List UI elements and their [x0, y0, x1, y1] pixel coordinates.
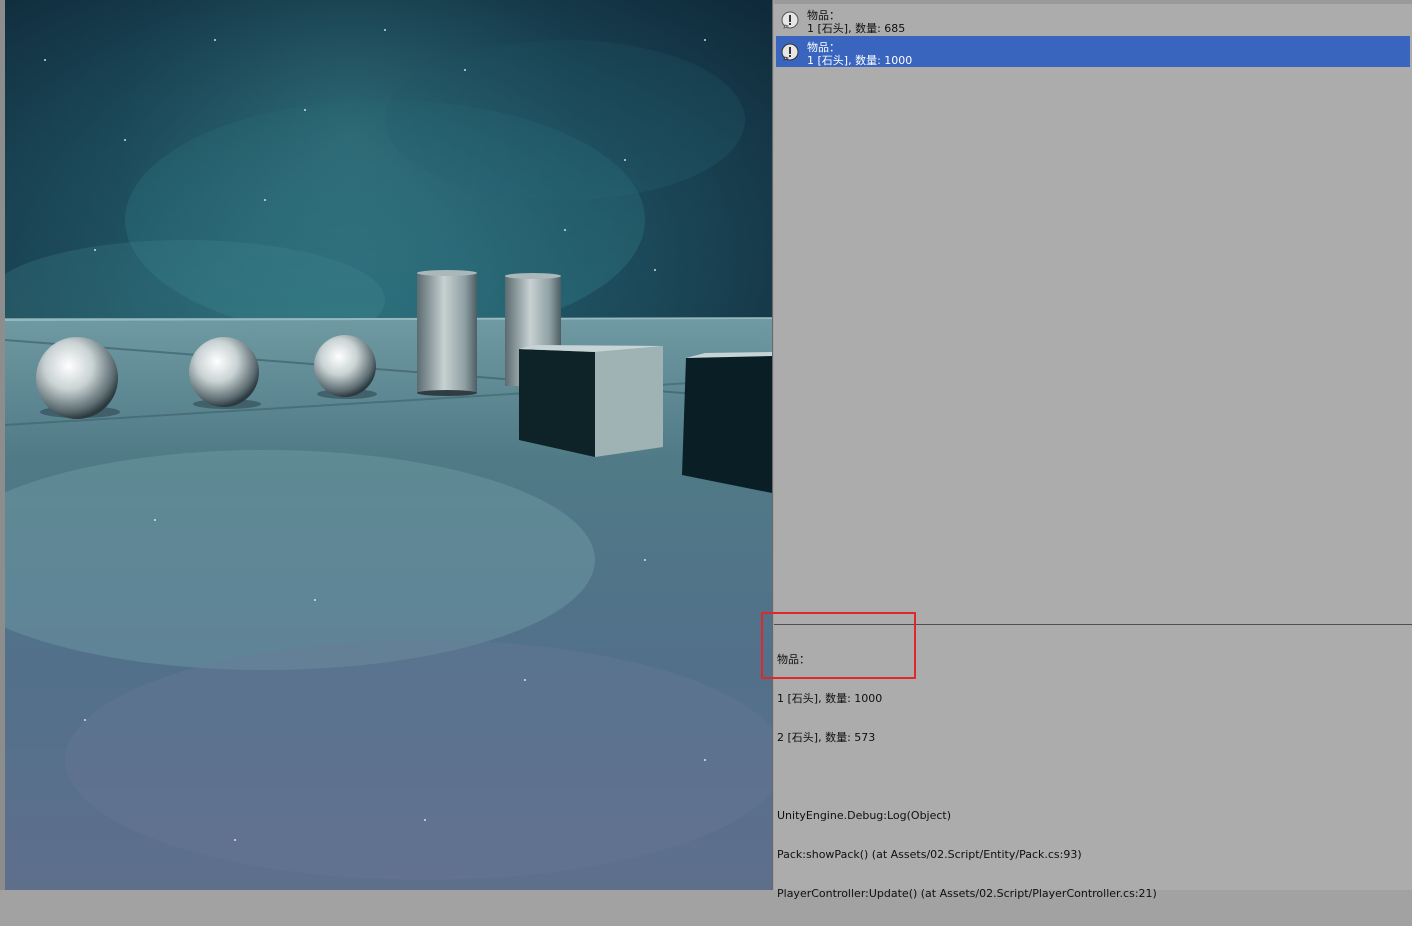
stack-trace-line[interactable]: PlayerController:Update() (at Assets/02.…	[777, 887, 1157, 900]
log-entry[interactable]: 物品： 1 [石头], 数量: 685	[776, 4, 1410, 35]
sphere	[314, 335, 376, 397]
annotation-highlight-box	[761, 612, 916, 679]
stack-trace-line[interactable]: UnityEngine.Debug:Log(Object)	[777, 809, 1157, 822]
sphere	[36, 337, 118, 419]
sphere	[189, 337, 259, 407]
log-entry-title: 物品：	[807, 41, 840, 54]
log-entry-detail: 1 [石头], 数量: 685	[807, 22, 906, 35]
cube	[682, 352, 772, 493]
warning-icon	[781, 43, 799, 61]
stack-message-line: 2 [石头], 数量: 573	[777, 731, 876, 744]
cylinder	[417, 273, 477, 393]
console-window: 物品： 1 [石头], 数量: 685 物品： 1 [石头], 数量: 1000…	[774, 0, 1412, 900]
warning-icon	[781, 11, 799, 29]
cube	[519, 345, 663, 457]
stack-message-line: 1 [石头], 数量: 1000	[777, 692, 883, 705]
log-entry-detail: 1 [石头], 数量: 1000	[807, 54, 913, 67]
log-entry-title: 物品：	[807, 9, 840, 22]
scene-render	[5, 0, 772, 890]
log-entry-selected[interactable]: 物品： 1 [石头], 数量: 1000	[776, 36, 1410, 67]
game-view[interactable]	[5, 0, 773, 890]
stack-trace-line[interactable]: Pack:showPack() (at Assets/02.Script/Ent…	[777, 848, 1157, 861]
